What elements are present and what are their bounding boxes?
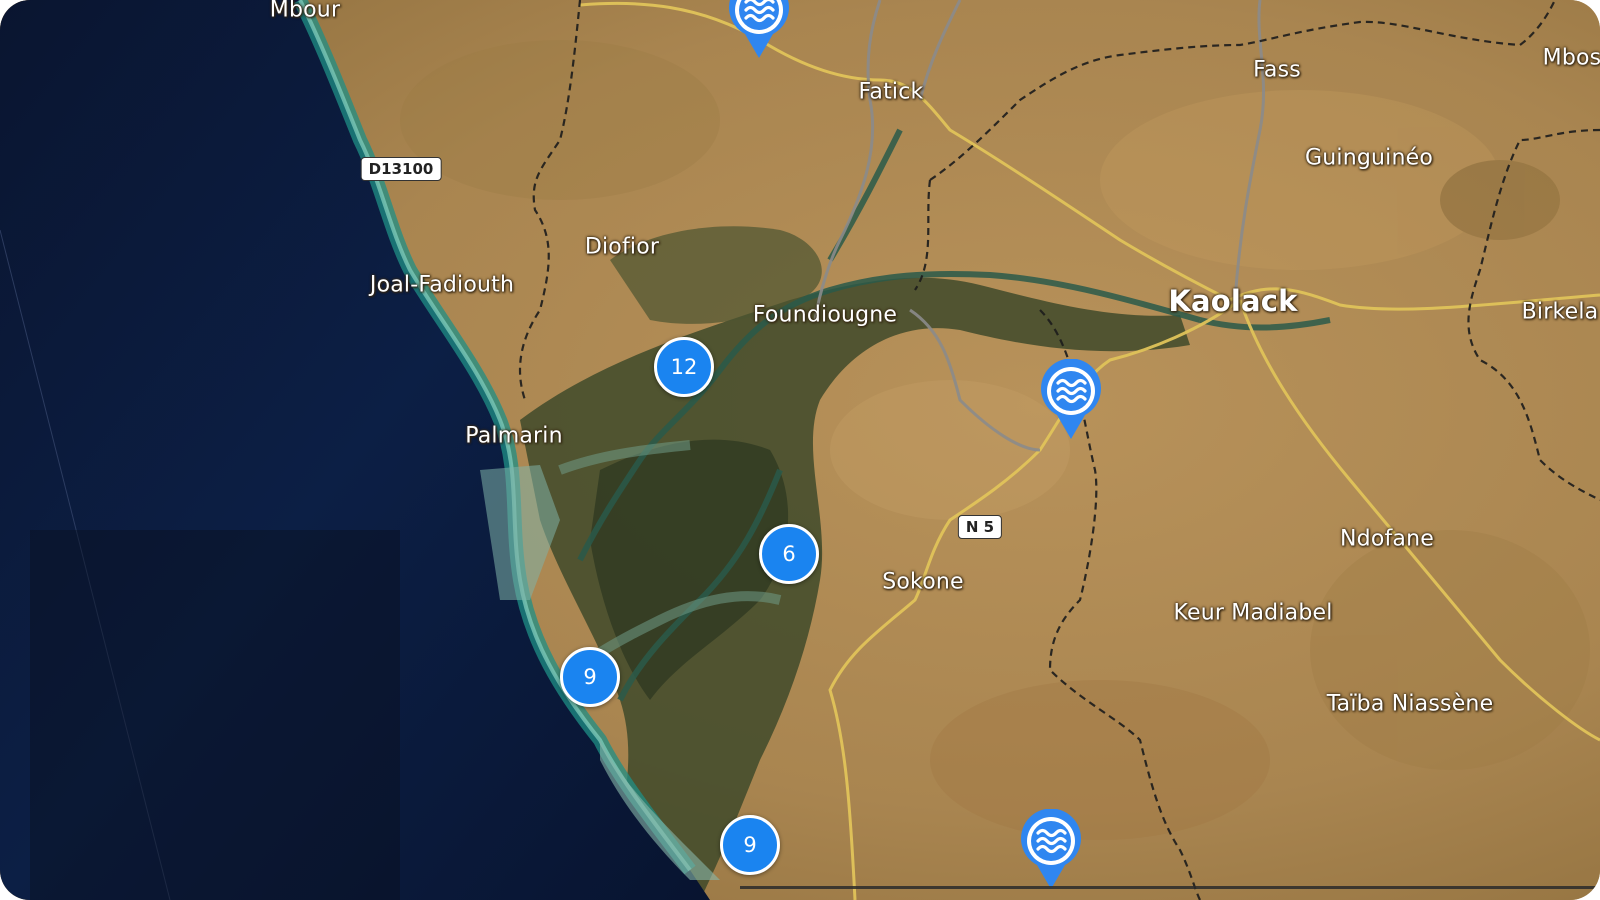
cluster-count: 12 — [670, 355, 698, 379]
ocean-tile — [30, 530, 400, 900]
place-guinguineo: Guinguinéo — [1304, 145, 1434, 171]
place-diofior: Diofior — [584, 234, 660, 260]
place-sokone: Sokone — [882, 569, 964, 595]
place-foundiougne: Foundiougne — [752, 302, 898, 328]
road-shield-d13100: D13100 — [360, 157, 442, 181]
water-waves-icon — [1021, 809, 1081, 889]
bottom-bar-line — [740, 886, 1600, 889]
water-station-pin[interactable] — [1039, 359, 1103, 441]
cluster-count: 6 — [782, 542, 796, 566]
cluster-marker[interactable]: 12 — [654, 337, 714, 397]
cluster-marker[interactable]: 9 — [720, 815, 780, 875]
place-ndofane: Ndofane — [1340, 526, 1434, 552]
place-taiba-niassene: Taïba Niassène — [1326, 691, 1494, 717]
place-fass: Fass — [1253, 57, 1301, 83]
satellite-map[interactable]: Mbour Fatick Fass Mbos Guinguinéo Diofio… — [0, 0, 1600, 900]
place-kaolack: Kaolack — [1168, 284, 1298, 318]
water-waves-icon — [729, 0, 789, 58]
place-mbos: Mbos — [1542, 45, 1600, 71]
water-waves-icon — [1041, 359, 1101, 439]
place-joal-fadiouth: Joal-Fadiouth — [369, 272, 515, 298]
place-birkela: Birkela — [1521, 299, 1599, 325]
cluster-count: 9 — [583, 665, 597, 689]
place-fatick: Fatick — [858, 79, 924, 105]
cluster-marker[interactable]: 9 — [560, 647, 620, 707]
water-station-pin[interactable] — [727, 0, 791, 60]
cluster-marker[interactable]: 6 — [759, 524, 819, 584]
cluster-count: 9 — [743, 833, 757, 857]
water-station-pin[interactable] — [1019, 809, 1083, 891]
place-keur-madiabel: Keur Madiabel — [1173, 600, 1333, 626]
place-palmarin: Palmarin — [465, 423, 563, 449]
place-mbour: Mbour — [269, 0, 341, 23]
road-shield-n5: N 5 — [957, 515, 1003, 539]
map-basemap — [0, 0, 1600, 900]
